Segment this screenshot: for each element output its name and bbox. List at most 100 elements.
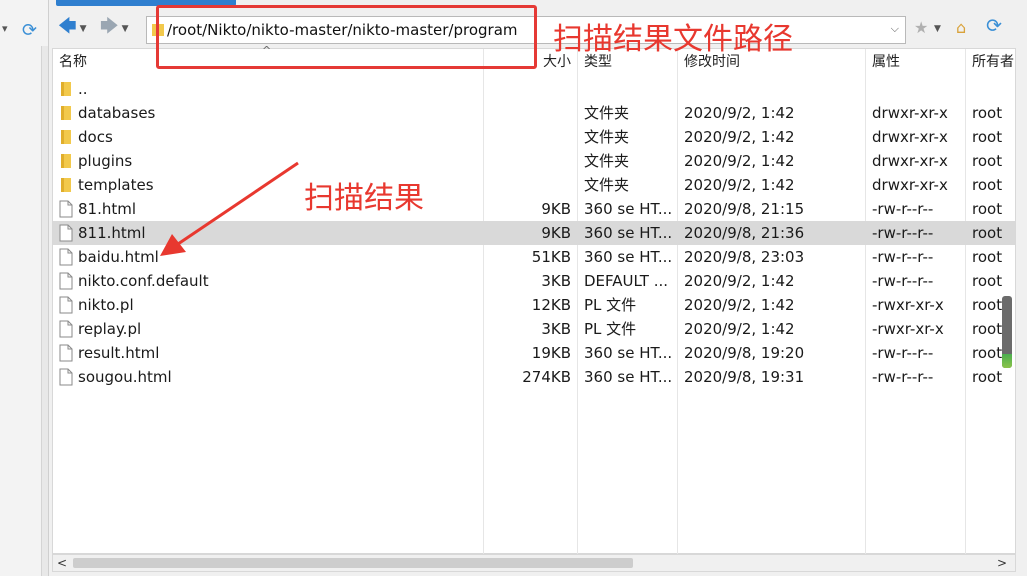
file-size: 3KB [541,320,571,338]
file-size: 3KB [541,272,571,290]
back-arrow-icon: 🡄 [58,16,77,37]
path-dropdown-icon[interactable]: ⌵ [891,22,899,36]
table-row[interactable]: baidu.html 51KB 360 se HT... 2020/9/8, 23:0… [53,245,1015,269]
folder-icon [152,24,164,36]
file-attributes: -rwxr-xr-x [872,320,944,338]
file-size: 12KB [531,296,571,314]
file-attributes: -rwxr-xr-x [872,296,944,314]
back-button[interactable]: 🡄 ▼ [58,16,87,42]
file-name: sougou.html [78,368,172,386]
file-attributes: -rw-r--r-- [872,272,934,290]
file-size: 19KB [531,344,571,362]
table-row[interactable]: sougou.html 274KB 360 se HT... 2020/9/8, 19… [53,365,1015,389]
left-refresh-icon[interactable]: ⟳ [22,20,37,41]
file-name: replay.pl [78,320,142,338]
file-attributes: drwxr-xr-x [872,128,948,146]
forward-button[interactable]: 🡆 ▼ [100,16,129,42]
file-type [584,79,676,99]
left-pane-dropdown-icon[interactable]: ▾ [2,22,8,35]
file-name: databases [78,104,156,122]
file-size [483,127,571,147]
table-row[interactable]: templates 文件夹 2020/9/2, 1:42 drwxr-xr-x root [53,173,1015,197]
file-attributes: -rw-r--r-- [872,368,934,386]
folder-icon [61,154,71,168]
scroll-right-icon[interactable]: > [997,555,1007,571]
file-attributes: -rw-r--r-- [872,224,934,242]
file-type: 文件夹 [584,152,630,170]
file-icon [59,272,73,290]
horizontal-scroll-thumb[interactable] [73,558,633,568]
path-text: /root/Nikto/nikto-master/nikto-master/pr… [167,21,518,39]
file-type: 360 se HT... [584,368,673,386]
file-name: docs [78,128,113,146]
file-attributes: -rw-r--r-- [872,248,934,266]
table-row[interactable]: 81.html 9KB 360 se HT... 2020/9/8, 21:15 -rw… [53,197,1015,221]
file-type: 360 se HT... [584,224,673,242]
folder-icon [61,130,71,144]
file-type: 360 se HT... [584,248,673,266]
file-attributes: -rw-r--r-- [872,200,934,218]
table-row[interactable]: replay.pl 3KB PL 文件 2020/9/2, 1:42 -rwxr-xr-… [53,317,1015,341]
left-pane-scrollbar[interactable] [41,46,48,576]
folder-icon [61,178,71,192]
session-tab[interactable] [56,0,236,6]
file-modified: 2020/9/8, 19:20 [684,344,805,362]
table-row[interactable]: plugins 文件夹 2020/9/2, 1:42 drwxr-xr-x root [53,149,1015,173]
table-row[interactable]: nikto.conf.default 3KB DEFAULT ... 2020/9/2… [53,269,1015,293]
folder-icon [61,82,71,96]
remote-toolbar: 🡄 ▼ 🡆 ▼ /root/Nikto/nikto-master/nikto-mas… [50,12,1027,48]
file-type: PL 文件 [584,320,637,338]
file-attributes: drwxr-xr-x [872,176,948,194]
file-attributes [872,79,966,99]
horizontal-scrollbar[interactable]: < > [52,554,1016,572]
back-dropdown-icon[interactable]: ▼ [80,24,87,34]
file-type: PL 文件 [584,296,637,314]
forward-arrow-icon: 🡆 [100,16,119,37]
file-modified: 2020/9/2, 1:42 [684,272,795,290]
star-icon[interactable]: ★ [914,18,928,37]
file-size: 274KB [522,368,571,386]
annotation-path-label: 扫描结果文件路径 [553,22,793,57]
table-row[interactable]: docs 文件夹 2020/9/2, 1:42 drwxr-xr-x root [53,125,1015,149]
file-icon [59,344,73,362]
file-size: 9KB [541,200,571,218]
file-icon [59,320,73,338]
file-attributes: drwxr-xr-x [872,104,948,122]
column-attributes[interactable]: 属性 [866,49,966,75]
file-type: 360 se HT... [584,344,673,362]
forward-dropdown-icon[interactable]: ▼ [122,24,129,34]
column-name[interactable]: 名称 [53,49,483,75]
file-modified [684,79,864,99]
file-name: baidu.html [78,248,159,266]
file-type: 文件夹 [584,176,630,194]
file-icon [59,224,73,242]
vertical-scrollbar[interactable] [1000,50,1016,554]
table-row[interactable]: nikto.pl 12KB PL 文件 2020/9/2, 1:42 -rwxr-xr-… [53,293,1015,317]
file-modified: 2020/9/2, 1:42 [684,104,795,122]
refresh-icon[interactable]: ⟳ [986,15,1002,37]
file-name: plugins [78,152,133,170]
vertical-scroll-thumb[interactable] [1002,296,1012,368]
table-row[interactable]: result.html 19KB 360 se HT... 2020/9/8, 19:… [53,341,1015,365]
file-size: 51KB [531,248,571,266]
file-name: nikto.conf.default [78,272,209,290]
annotation-result-label: 扫描结果 [304,181,424,216]
file-type: 文件夹 [584,128,630,146]
file-name: .. [78,80,88,98]
file-icon [59,200,73,218]
file-icon [59,368,73,386]
scroll-left-icon[interactable]: < [57,555,67,571]
table-row[interactable]: 811.html 9KB 360 se HT... 2020/9/8, 21:36 -r… [53,221,1015,245]
file-modified: 2020/9/2, 1:42 [684,320,795,338]
file-modified: 2020/9/8, 21:15 [684,200,805,218]
table-row[interactable]: .. [53,77,1015,101]
star-dropdown-icon[interactable]: ▼ [934,24,941,34]
file-size [483,103,571,123]
file-type: 360 se HT... [584,200,673,218]
table-row[interactable]: databases 文件夹 2020/9/2, 1:42 drwxr-xr-x root [53,101,1015,125]
file-modified: 2020/9/2, 1:42 [684,152,795,170]
file-modified: 2020/9/8, 23:03 [684,248,805,266]
home-icon[interactable]: ⌂ [956,18,966,37]
file-size [483,79,571,99]
file-size: 9KB [541,224,571,242]
